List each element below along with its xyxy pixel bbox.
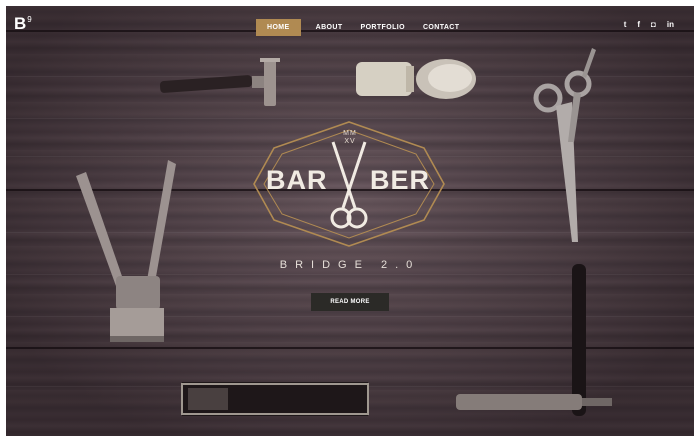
read-more-button[interactable]: READ MORE <box>311 293 389 311</box>
nav-item-contact[interactable]: CONTACT <box>414 19 469 36</box>
safety-razor-image <box>159 58 280 106</box>
main-nav: HOME ABOUT PORTFOLIO CONTACT <box>256 19 468 36</box>
instagram-icon[interactable]: ◘ <box>651 20 656 29</box>
logo-superscript: 9 <box>27 15 32 25</box>
facebook-icon[interactable]: f <box>637 20 640 29</box>
barber-emblem: MM XV BAR BER <box>244 120 454 248</box>
twitter-icon[interactable]: t <box>624 20 627 29</box>
leather-strop-image <box>181 382 369 416</box>
nav-item-portfolio[interactable]: PORTFOLIO <box>352 19 414 36</box>
straight-razor-image <box>456 264 612 416</box>
nav-item-about[interactable]: ABOUT <box>307 19 352 36</box>
shaving-brush-image <box>356 59 476 99</box>
site-logo[interactable]: B9 <box>14 14 32 34</box>
scissors-image <box>533 48 596 242</box>
hero-subtitle: BRIDGE 2.0 <box>279 259 421 271</box>
brand-word-right: BER <box>370 165 431 195</box>
social-links: t f ◘ in <box>624 20 674 29</box>
brand-word-left: BAR <box>266 165 328 195</box>
nav-item-home[interactable]: HOME <box>256 19 301 36</box>
hair-clipper-image <box>76 160 176 342</box>
scissors-icon <box>330 141 368 229</box>
linkedin-icon[interactable]: in <box>667 20 674 29</box>
logo-letter: B <box>14 14 27 33</box>
